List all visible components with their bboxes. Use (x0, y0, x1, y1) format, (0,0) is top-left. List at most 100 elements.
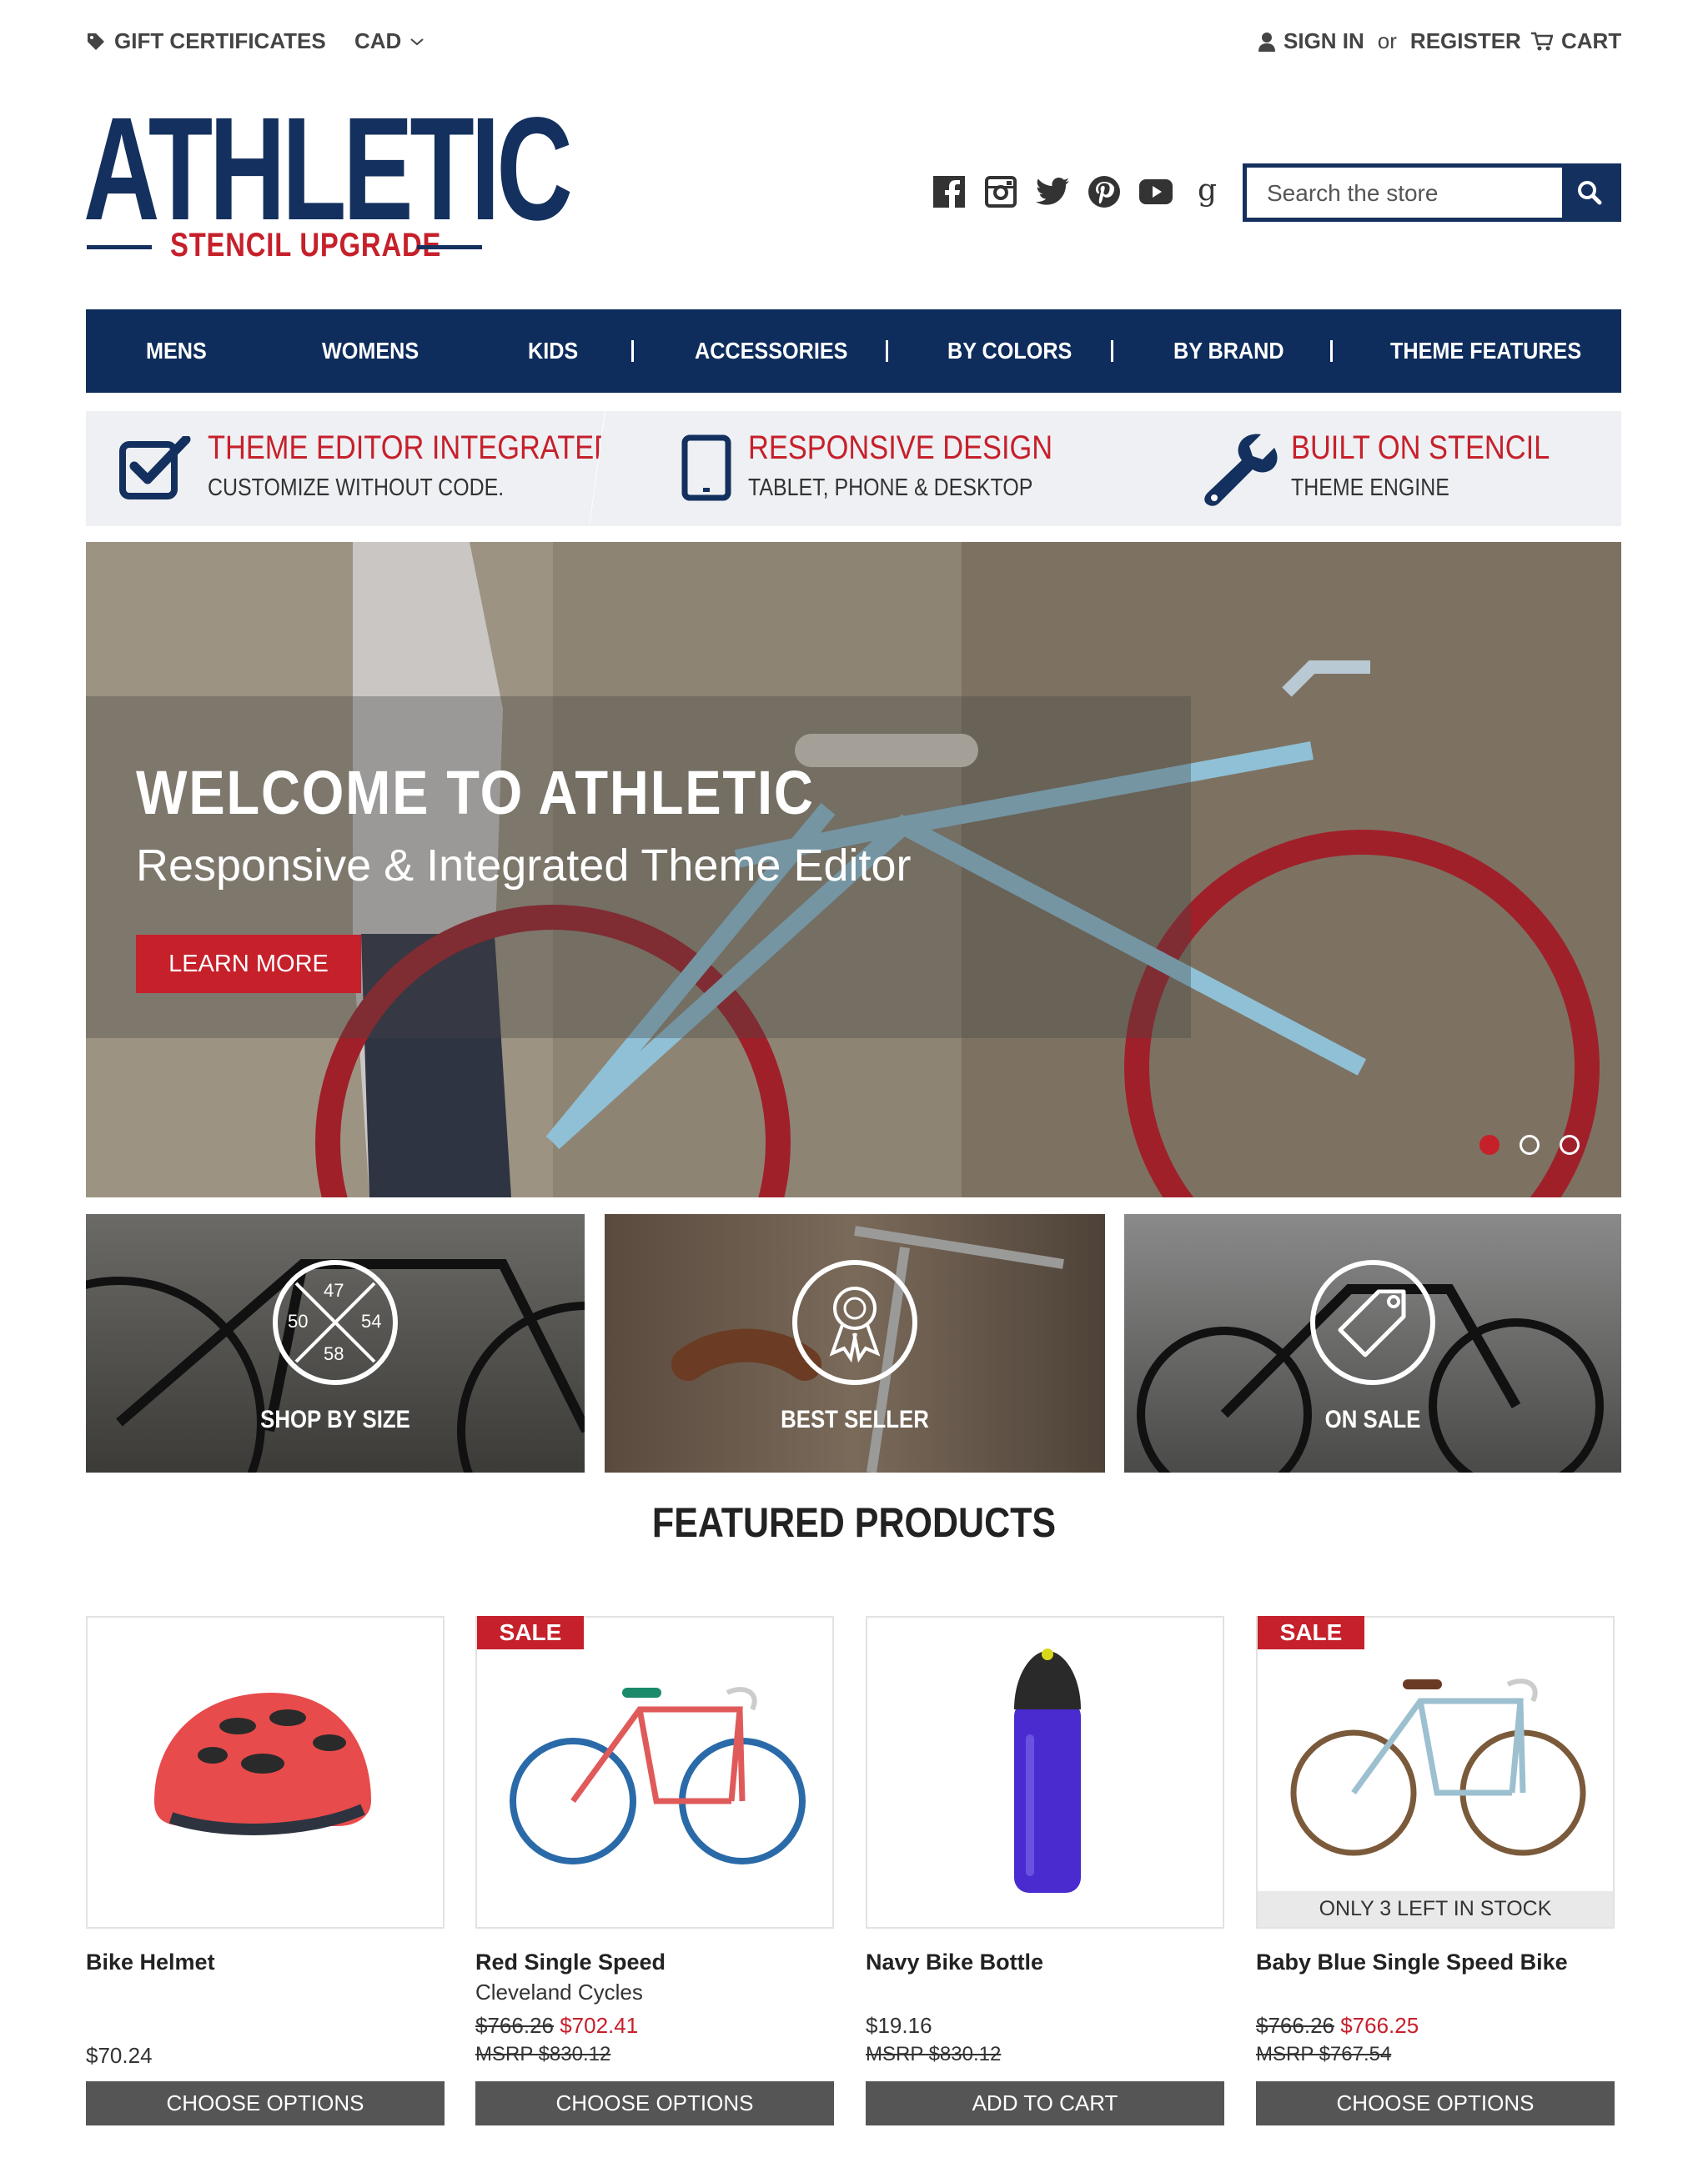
gift-certificates-label: GIFT CERTIFICATES (114, 28, 326, 53)
size-label: 54 (361, 1311, 382, 1332)
feature-title: BUILT ON STENCIL (1291, 429, 1550, 466)
or-text: or (1377, 28, 1397, 53)
search-form (1243, 163, 1621, 222)
checkbox-icon (119, 436, 191, 499)
store-logo[interactable]: ATHLETIC STENCIL UPGRADE (83, 92, 573, 275)
tile-on-sale[interactable]: ON SALE (1124, 1214, 1621, 1473)
instagram-icon[interactable] (984, 175, 1017, 208)
currency-label: CAD (354, 28, 402, 53)
product-price: $766.26 $766.25 (1256, 2013, 1419, 2039)
gift-certificates-link[interactable]: GIFT CERTIFICATES (86, 28, 326, 54)
tile-label: SHOP BY SIZE (260, 1406, 410, 1433)
bottle-image (1014, 1649, 1081, 1893)
search-input[interactable] (1265, 168, 1544, 219)
nav-item-accessories[interactable]: ACCESSORIES (695, 309, 847, 393)
product-name[interactable]: Bike Helmet (86, 1950, 215, 1975)
ribbon-circle-icon (792, 1260, 917, 1385)
nav-item-kids[interactable]: KIDS (528, 309, 578, 393)
svg-text:g: g (1198, 175, 1217, 208)
product-price: $766.26 $702.41 (475, 2013, 638, 2039)
size-circle-icon: 47 50 54 58 (273, 1260, 398, 1385)
product-brand[interactable]: Cleveland Cycles (475, 1980, 643, 2005)
register-link[interactable]: REGISTER (1410, 28, 1521, 54)
nav-separator (886, 340, 888, 362)
facebook-icon[interactable] (932, 175, 966, 208)
nav-separator (1330, 340, 1333, 362)
product-image[interactable] (866, 1616, 1224, 1929)
choose-options-button[interactable]: CHOOSE OPTIONS (475, 2081, 834, 2125)
product-image[interactable] (1256, 1616, 1615, 1929)
product-msrp: MSRP $767.54 (1256, 2043, 1392, 2065)
logo-wordmark: ATHLETIC (83, 88, 573, 251)
size-label: 58 (324, 1343, 344, 1364)
feature-theme-editor: THEME EDITOR INTEGRATED CUSTOMIZE WITHOU… (86, 411, 605, 526)
helmet-image (154, 1693, 371, 1835)
tag-icon (88, 33, 104, 50)
price-was: $766.26 (1256, 2013, 1334, 2038)
feature-title: THEME EDITOR INTEGRATED (208, 429, 615, 466)
feature-stencil: BUILT ON STENCIL THEME ENGINE (1103, 411, 1621, 526)
product-name[interactable]: Navy Bike Bottle (866, 1950, 1043, 1975)
logo-rule-right (417, 245, 482, 249)
search-button[interactable] (1562, 168, 1617, 218)
sale-badge: SALE (1258, 1616, 1364, 1649)
carousel-dot[interactable] (1520, 1135, 1540, 1155)
carousel-dot-active[interactable] (1479, 1135, 1500, 1155)
nav-item-by-brand[interactable]: BY BRAND (1173, 309, 1284, 393)
carousel-dot[interactable] (1560, 1135, 1580, 1155)
choose-options-button[interactable]: CHOOSE OPTIONS (1256, 2081, 1615, 2125)
sign-in-link[interactable]: SIGN IN (1284, 28, 1364, 54)
social-links: g (932, 172, 1224, 212)
main-nav: MENS WOMENS KIDS ACCESSORIES BY COLORS B… (86, 309, 1621, 393)
nav-item-mens[interactable]: MENS (146, 309, 207, 393)
product-name[interactable]: Baby Blue Single Speed Bike (1256, 1950, 1568, 1975)
nav-item-womens[interactable]: WOMENS (322, 309, 419, 393)
feature-subtitle: TABLET, PHONE & DESKTOP (748, 474, 1033, 501)
product-name[interactable]: Red Single Speed (475, 1950, 666, 1975)
account-links: SIGN IN or REGISTER (1258, 28, 1521, 54)
cart-link[interactable]: CART (1531, 28, 1621, 54)
product-image[interactable] (475, 1616, 834, 1929)
tile-shop-by-size[interactable]: 47 50 54 58 SHOP BY SIZE (86, 1214, 585, 1473)
nav-item-theme-features[interactable]: THEME FEATURES (1390, 309, 1581, 393)
logo-rule-left (87, 245, 152, 249)
product-image[interactable] (86, 1616, 445, 1929)
feature-title: RESPONSIVE DESIGN (748, 429, 1053, 466)
hero-title: WELCOME TO ATHLETIC (136, 758, 815, 827)
nav-separator (631, 340, 634, 362)
tablet-icon (681, 434, 731, 501)
youtube-icon[interactable] (1139, 175, 1173, 208)
price-was: $766.26 (475, 2013, 554, 2038)
product-price: $70.24 (86, 2043, 153, 2068)
add-to-cart-button[interactable]: ADD TO CART (866, 2081, 1224, 2125)
featured-products-heading: FEATURED PRODUCTS (651, 1499, 1057, 1546)
product-price: $19.16 (866, 2013, 932, 2038)
tile-label: BEST SELLER (781, 1406, 929, 1433)
nav-item-by-colors[interactable]: BY COLORS (947, 309, 1072, 393)
twitter-icon[interactable] (1036, 175, 1069, 208)
nav-separator (1111, 340, 1113, 362)
feature-subtitle: CUSTOMIZE WITHOUT CODE. (208, 474, 505, 501)
google-icon[interactable]: g (1191, 175, 1224, 208)
award-ribbon-icon (829, 1287, 881, 1363)
sale-badge: SALE (477, 1616, 584, 1649)
product-msrp: MSRP $830.12 (475, 2043, 611, 2065)
learn-more-button[interactable]: LEARN MORE (136, 935, 361, 993)
tile-best-seller[interactable]: BEST SELLER (605, 1214, 1105, 1473)
baby-blue-bike-image (1290, 1679, 1586, 1856)
choose-options-button[interactable]: CHOOSE OPTIONS (86, 2081, 445, 2125)
tile-label: ON SALE (1324, 1406, 1421, 1433)
red-bike-image (510, 1687, 806, 1864)
feature-subtitle: THEME ENGINE (1291, 474, 1449, 501)
price-now: $702.41 (560, 2013, 639, 2038)
cart-icon (1531, 32, 1553, 50)
price-tag-icon (1338, 1289, 1406, 1358)
product-msrp: MSRP $830.12 (866, 2043, 1002, 2065)
user-icon (1258, 32, 1275, 52)
pinterest-icon[interactable] (1088, 175, 1121, 208)
size-label: 50 (288, 1311, 309, 1332)
search-icon (1578, 181, 1602, 205)
size-label: 47 (324, 1280, 344, 1301)
chevron-down-icon (410, 38, 424, 45)
currency-selector[interactable]: CAD (354, 28, 424, 54)
